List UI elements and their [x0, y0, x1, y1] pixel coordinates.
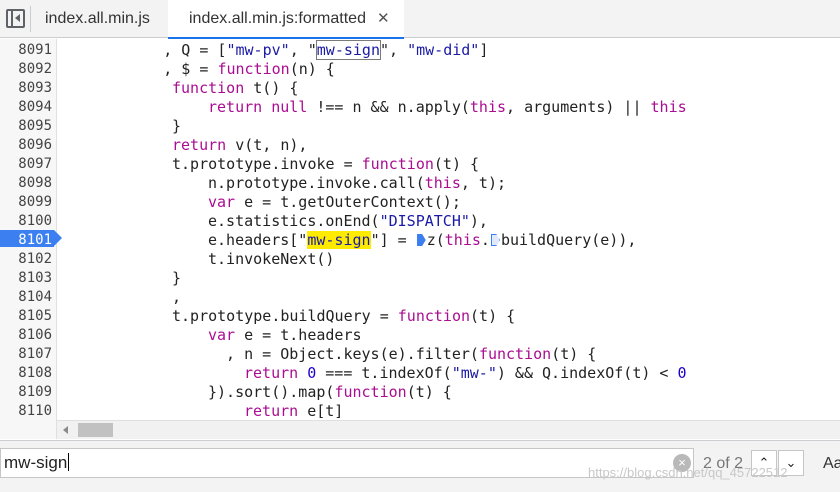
close-icon[interactable]: ✕	[377, 0, 390, 38]
line-number[interactable]: 8096	[0, 136, 52, 155]
gutter-footer	[0, 420, 57, 439]
code-line: var e = t.getOuterContext();	[208, 193, 461, 211]
line-number[interactable]: 8093	[0, 79, 52, 98]
code-line: t.prototype.buildQuery = function(t) {	[172, 307, 516, 325]
line-number[interactable]: 8098	[0, 174, 52, 193]
match-case-toggle[interactable]: Aa	[823, 455, 840, 473]
scroll-left-icon[interactable]	[63, 426, 68, 434]
line-number[interactable]: 8110	[0, 402, 52, 420]
line-number[interactable]: 8095	[0, 117, 52, 136]
tab-bar: index.all.min.js index.all.min.js:format…	[0, 0, 840, 39]
line-number[interactable]: 8091	[0, 41, 52, 60]
code-line: return v(t, n),	[172, 136, 308, 154]
line-number[interactable]: 8107	[0, 345, 52, 364]
tab-index-min[interactable]: index.all.min.js	[45, 0, 150, 38]
search-match-current: mw-sign	[307, 231, 371, 249]
scrollbar-thumb[interactable]	[78, 423, 113, 437]
code-line: , n = Object.keys(e).filter(function(t) …	[208, 345, 597, 363]
code-line: }	[172, 117, 182, 135]
line-number[interactable]: 8108	[0, 364, 52, 383]
code-line: return 0 === t.indexOf("mw-") && Q.index…	[244, 364, 687, 382]
code-line: n.prototype.invoke.call(this, t);	[208, 174, 507, 192]
line-number[interactable]: 8092	[0, 60, 52, 79]
code-line: return null !== n && n.apply(this, argum…	[208, 98, 687, 116]
line-number[interactable]: 8097	[0, 155, 52, 174]
line-number-active[interactable]: 8101	[0, 231, 52, 250]
sidebar-toggle-icon[interactable]	[6, 9, 25, 28]
code-editor[interactable]: 8091 8092 8093 8094 8095 8096 8097 8098 …	[0, 39, 840, 420]
code-line: , $ = function(n) {	[91, 60, 335, 78]
line-number[interactable]: 8102	[0, 250, 52, 269]
line-number-gutter[interactable]: 8091 8092 8093 8094 8095 8096 8097 8098 …	[0, 39, 62, 420]
inline-breakpoint-icon[interactable]	[416, 234, 426, 246]
code-line: return e[t]	[244, 402, 344, 420]
code-line: t.prototype.invoke = function(t) {	[172, 155, 480, 173]
code-line: }).sort().map(function(t) {	[208, 383, 452, 401]
tab-label: index.all.min.js:formatted	[189, 10, 366, 27]
horizontal-scrollbar[interactable]	[57, 420, 840, 439]
inline-breakpoint-icon[interactable]	[490, 234, 500, 246]
code-line: t.invokeNext()	[208, 250, 335, 268]
line-number[interactable]: 8104	[0, 288, 52, 307]
tab-index-min-formatted[interactable]: index.all.min.js:formatted ✕	[168, 0, 404, 39]
line-number[interactable]: 8094	[0, 98, 52, 117]
code-line: }	[172, 269, 182, 287]
code-line: e.statistics.onEnd("DISPATCH"),	[208, 212, 488, 230]
code-line: var e = t.headers	[208, 326, 362, 344]
watermark: https://blog.csdn.net/qq_45722512	[588, 465, 788, 480]
code-line: , Q = ["mw-pv", "mw-sign", "mw-did"]	[91, 40, 489, 60]
line-number[interactable]: 8106	[0, 326, 52, 345]
divider	[30, 6, 31, 32]
code-line-active: e.headers["mw-sign"] = z(this. buildQuery…	[208, 231, 637, 249]
code-line: function t() {	[172, 79, 299, 97]
line-number[interactable]: 8103	[0, 269, 52, 288]
line-number[interactable]: 8099	[0, 193, 52, 212]
line-number[interactable]: 8109	[0, 383, 52, 402]
code-lines[interactable]: , Q = ["mw-pv", "mw-sign", "mw-did"] , $…	[64, 39, 840, 420]
line-number[interactable]: 8100	[0, 212, 52, 231]
code-line: ,	[172, 288, 182, 306]
search-match: mw-sign	[315, 40, 382, 60]
line-number[interactable]: 8105	[0, 307, 52, 326]
